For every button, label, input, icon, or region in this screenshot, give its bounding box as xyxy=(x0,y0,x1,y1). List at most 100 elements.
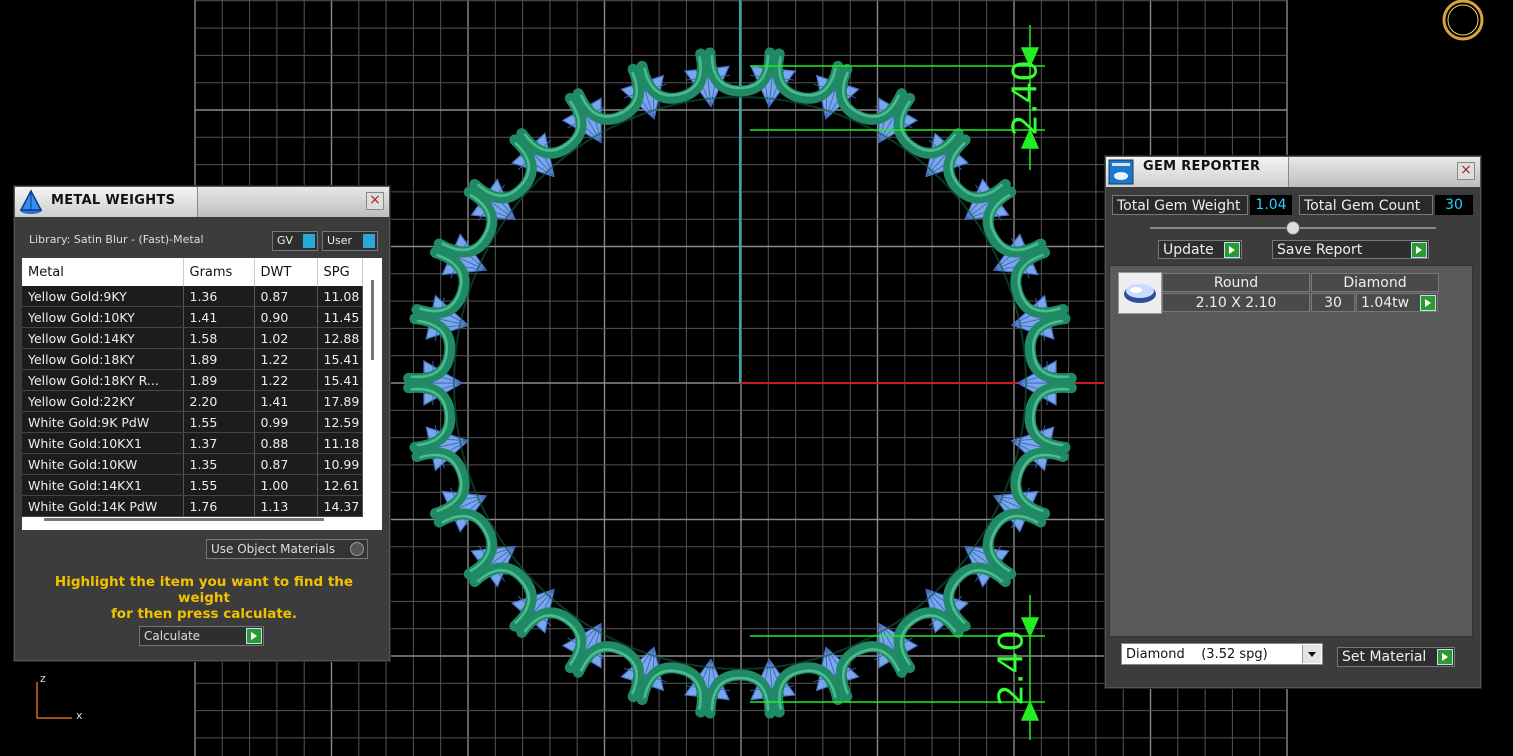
metal-table-cell: 12.88 xyxy=(317,327,363,349)
metal-column-header[interactable]: SPG xyxy=(317,258,363,286)
dropdown-arrow-icon[interactable] xyxy=(1302,645,1321,663)
metal-table-cell: 1.58 xyxy=(183,327,255,349)
metal-table-row[interactable]: Yellow Gold:22KY 2.20 1.41 17.89 xyxy=(22,390,363,412)
gem-reporter-titlebar[interactable]: GEM REPORTER × xyxy=(1106,157,1480,187)
metal-table: Metal Grams DWT SPG Yellow Gold:9KY 1.36 0.87… xyxy=(22,258,363,517)
splitter-handle-icon[interactable] xyxy=(1286,221,1300,235)
gem-weight-play-icon[interactable] xyxy=(1420,295,1436,311)
metal-table-cell: 15.41 xyxy=(317,348,363,370)
metal-table-cell: Yellow Gold:14KY xyxy=(22,327,184,349)
metal-table-cell: 0.88 xyxy=(254,432,318,454)
gv-toggle-indicator xyxy=(303,234,315,248)
metal-table-row[interactable]: Yellow Gold:9KY 1.36 0.87 11.08 xyxy=(22,286,363,307)
gem-list-area: Round Diamond 2.10 X 2.10 30 1.04tw xyxy=(1109,265,1473,637)
metal-weights-close-button[interactable]: × xyxy=(366,192,384,210)
set-material-play-icon xyxy=(1437,649,1453,665)
user-toggle[interactable]: User xyxy=(322,231,378,251)
metal-table-cell: 1.89 xyxy=(183,348,255,370)
metal-table-cell: 10.99 xyxy=(317,453,363,475)
metal-weights-panel: METAL WEIGHTS × Library: Satin Blur - (F… xyxy=(14,186,390,661)
calculate-play-icon xyxy=(246,628,262,644)
metal-table-cell: Yellow Gold:18KY xyxy=(22,348,184,370)
metal-table-row[interactable]: White Gold:14K PdW 1.76 1.13 14.37 xyxy=(22,495,363,517)
metal-table-row[interactable]: Yellow Gold:10KY 1.41 0.90 11.45 xyxy=(22,306,363,328)
metal-column-header[interactable]: DWT xyxy=(254,258,318,286)
metal-table-cell: 1.13 xyxy=(254,495,318,517)
metal-table-cell: White Gold:9K PdW xyxy=(22,411,184,433)
metal-table-cell: 0.90 xyxy=(254,306,318,328)
use-object-materials-checkbox[interactable]: Use Object Materials xyxy=(206,539,368,559)
gem-reporter-close-button[interactable]: × xyxy=(1457,162,1475,180)
metal-table-cell: Yellow Gold:22KY xyxy=(22,390,184,412)
metal-table-header: Metal Grams DWT SPG xyxy=(22,258,363,286)
metal-table-cell: 2.20 xyxy=(183,390,255,412)
metal-table-row[interactable]: White Gold:14KX1 1.55 1.00 12.61 xyxy=(22,474,363,496)
total-gem-weight-label: Total Gem Weight xyxy=(1112,195,1248,215)
metal-table-cell: 1.02 xyxy=(254,327,318,349)
calculate-button[interactable]: Calculate xyxy=(139,626,264,646)
dimension-top-label: 2.40 xyxy=(1006,60,1046,136)
metal-table-row[interactable]: White Gold:10KX1 1.37 0.88 11.18 xyxy=(22,432,363,454)
metal-table-cell: 15.41 xyxy=(317,369,363,391)
metal-table-cell: 11.08 xyxy=(317,286,363,307)
metal-table-cell: Yellow Gold:18KY R... xyxy=(22,369,184,391)
metal-table-cell: White Gold:10KW xyxy=(22,453,184,475)
axis-z-label: z xyxy=(40,672,46,685)
metal-table-cell: 1.55 xyxy=(183,474,255,496)
metal-table-cell: Yellow Gold:9KY xyxy=(22,286,184,307)
metal-table-cell: Yellow Gold:10KY xyxy=(22,306,184,328)
metal-table-row[interactable]: Yellow Gold:18KY 1.89 1.22 15.41 xyxy=(22,348,363,370)
metal-table-cell: 0.87 xyxy=(254,453,318,475)
metal-table-cell: 11.18 xyxy=(317,432,363,454)
metal-table-cell: 12.61 xyxy=(317,474,363,496)
metal-weights-title: METAL WEIGHTS xyxy=(51,193,176,208)
save-report-play-icon xyxy=(1411,242,1427,258)
metal-table-row[interactable]: White Gold:10KW 1.35 0.87 10.99 xyxy=(22,453,363,475)
gem-list-item[interactable]: Round Diamond 2.10 X 2.10 30 1.04tw xyxy=(1118,272,1440,314)
gem-reporter-panel: GEM REPORTER × Total Gem Weight 1.04 Tot… xyxy=(1105,156,1481,688)
metal-table-row[interactable]: Yellow Gold:14KY 1.58 1.02 12.88 xyxy=(22,327,363,349)
metal-column-header[interactable]: Metal xyxy=(22,258,184,286)
metal-table-cell: 11.45 xyxy=(317,306,363,328)
metal-table-cell: 14.37 xyxy=(317,495,363,517)
metal-table-row[interactable]: White Gold:9K PdW 1.55 0.99 12.59 xyxy=(22,411,363,433)
gv-toggle[interactable]: GV xyxy=(272,231,318,251)
set-material-button[interactable]: Set Material xyxy=(1337,647,1455,667)
metal-weights-icon xyxy=(17,188,45,216)
update-button[interactable]: Update xyxy=(1158,240,1242,259)
save-report-button[interactable]: Save Report xyxy=(1272,240,1429,259)
metal-table-cell: 0.87 xyxy=(254,286,318,307)
axis-gizmo xyxy=(36,682,72,719)
metal-table-hscrollbar[interactable] xyxy=(44,518,324,521)
metal-table-cell: 1.36 xyxy=(183,286,255,307)
gem-weight: 1.04tw xyxy=(1356,293,1438,312)
metal-table-cell: 1.22 xyxy=(254,369,318,391)
total-gem-count-label: Total Gem Count xyxy=(1299,195,1433,215)
library-label: Library: Satin Blur - (Fast)-Metal xyxy=(29,233,204,246)
metal-table-cell: 1.55 xyxy=(183,411,255,433)
metal-table-cell: 1.89 xyxy=(183,369,255,391)
gem-reporter-title: GEM REPORTER xyxy=(1143,159,1261,174)
metal-table-cell: 1.35 xyxy=(183,453,255,475)
metal-table-row[interactable]: Yellow Gold:18KY R... 1.89 1.22 15.41 xyxy=(22,369,363,391)
total-gem-count-value: 30 xyxy=(1435,195,1473,215)
metal-table-cell: 1.41 xyxy=(183,306,255,328)
instruction-hint: Highlight the item you want to find the … xyxy=(54,574,354,622)
metal-table-cell: 1.76 xyxy=(183,495,255,517)
round-gem-icon xyxy=(1118,272,1162,314)
metal-column-header[interactable]: Grams xyxy=(183,258,255,286)
metal-table-cell: 17.89 xyxy=(317,390,363,412)
gem-material: Diamond xyxy=(1311,273,1439,292)
metal-table-cell: White Gold:14K PdW xyxy=(22,495,184,517)
metal-table-cell: 1.22 xyxy=(254,348,318,370)
gem-size: 2.10 X 2.10 xyxy=(1162,293,1310,312)
metal-table-vscrollbar[interactable] xyxy=(371,280,374,360)
metal-table-container: Metal Grams DWT SPG Yellow Gold:9KY 1.36 0.87… xyxy=(22,258,382,530)
material-select[interactable]: Diamond (3.52 spg) xyxy=(1121,643,1323,665)
ring-preview-icon[interactable] xyxy=(1442,0,1484,41)
metal-table-cell: White Gold:10KX1 xyxy=(22,432,184,454)
metal-table-cell: White Gold:14KX1 xyxy=(22,474,184,496)
dimension-bottom-label: 2.40 xyxy=(992,630,1032,706)
metal-weights-titlebar[interactable]: METAL WEIGHTS × xyxy=(15,187,389,217)
metal-table-cell: 1.37 xyxy=(183,432,255,454)
